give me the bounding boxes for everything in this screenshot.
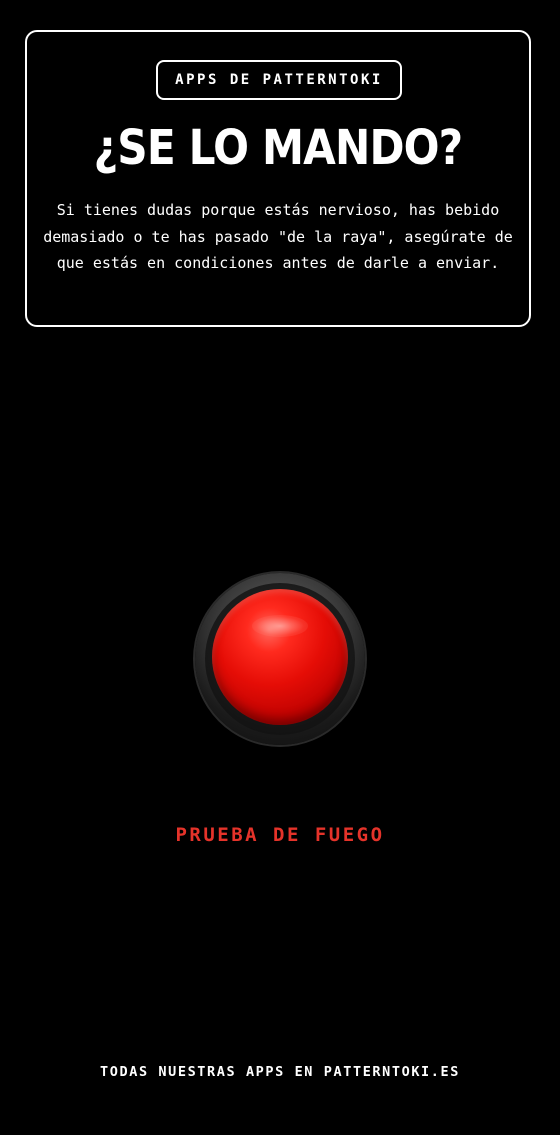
patterntoki-link[interactable]: PATTERNTOKI.ES (324, 1064, 460, 1080)
footer-prefix: TODAS NUESTRAS APPS EN (100, 1064, 324, 1080)
page-title: ¿SE LO MANDO? (93, 120, 464, 176)
button-highlight (252, 615, 308, 637)
description-text: Si tienes dudas porque estás nervioso, h… (43, 201, 513, 272)
info-card: APPS DE PATTERNTOKI ¿SE LO MANDO? Si tie… (25, 30, 531, 327)
footer-text: TODAS NUESTRAS APPS EN PATTERNTOKI.ES (0, 1063, 560, 1081)
red-push-button-icon (212, 589, 348, 725)
apps-badge[interactable]: APPS DE PATTERNTOKI (156, 60, 402, 100)
test-label: PRUEBA DE FUEGO (175, 824, 385, 846)
send-test-button[interactable] (195, 573, 365, 745)
